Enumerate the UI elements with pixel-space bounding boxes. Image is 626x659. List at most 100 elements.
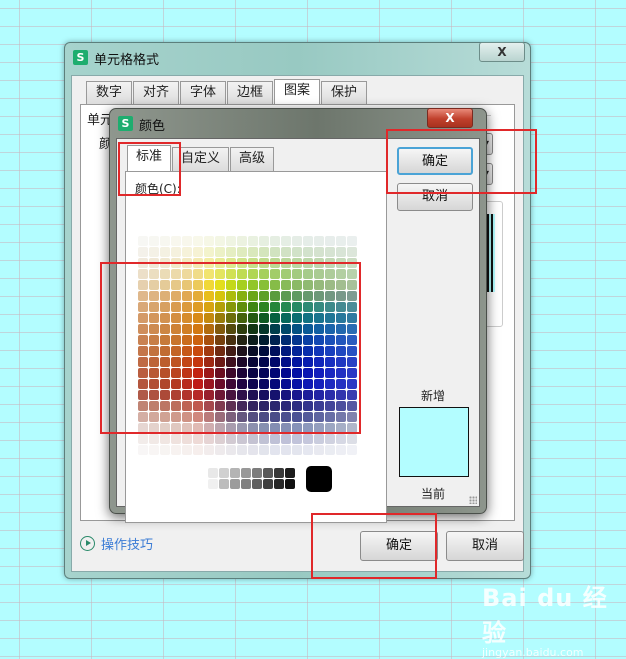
color-swatch[interactable] (259, 346, 269, 356)
color-swatch[interactable] (303, 346, 313, 356)
color-swatch[interactable] (303, 445, 313, 455)
color-swatch[interactable] (237, 368, 247, 378)
format-ok-button[interactable]: 确定 (360, 531, 438, 561)
color-swatch[interactable] (314, 401, 324, 411)
color-swatch[interactable] (138, 445, 148, 455)
color-swatch[interactable] (204, 368, 214, 378)
color-swatch[interactable] (281, 401, 291, 411)
color-swatch[interactable] (270, 445, 280, 455)
color-swatch[interactable] (347, 346, 357, 356)
color-swatch[interactable] (259, 423, 269, 433)
color-swatch[interactable] (303, 236, 313, 246)
color-swatch[interactable] (237, 291, 247, 301)
color-swatch[interactable] (226, 434, 236, 444)
color-swatch[interactable] (138, 258, 148, 268)
color-swatch[interactable] (171, 313, 181, 323)
color-swatch[interactable] (248, 346, 258, 356)
color-swatch[interactable] (182, 434, 192, 444)
color-swatch[interactable] (149, 313, 159, 323)
color-swatch[interactable] (292, 280, 302, 290)
gray-swatch[interactable] (263, 468, 273, 478)
format-cancel-button[interactable]: 取消 (446, 531, 524, 561)
color-swatch[interactable] (303, 324, 313, 334)
color-swatch[interactable] (303, 379, 313, 389)
color-swatch[interactable] (259, 412, 269, 422)
color-swatch[interactable] (281, 368, 291, 378)
color-swatch[interactable] (237, 423, 247, 433)
color-swatch[interactable] (215, 423, 225, 433)
color-swatch[interactable] (215, 236, 225, 246)
color-swatch[interactable] (160, 258, 170, 268)
color-swatch[interactable] (292, 390, 302, 400)
color-swatch[interactable] (347, 379, 357, 389)
color-swatch[interactable] (204, 434, 214, 444)
color-swatch[interactable] (325, 302, 335, 312)
color-swatch[interactable] (149, 423, 159, 433)
color-swatch[interactable] (182, 357, 192, 367)
color-swatch[interactable] (303, 335, 313, 345)
color-swatch[interactable] (270, 335, 280, 345)
color-swatch[interactable] (193, 412, 203, 422)
color-swatch[interactable] (149, 291, 159, 301)
color-swatch[interactable] (292, 313, 302, 323)
color-swatch[interactable] (270, 346, 280, 356)
tips-link[interactable]: 操作技巧 (80, 534, 153, 553)
color-swatch[interactable] (215, 291, 225, 301)
color-swatch[interactable] (259, 368, 269, 378)
color-swatch[interactable] (270, 401, 280, 411)
format-dialog-close-button[interactable]: X (479, 42, 525, 62)
color-swatch[interactable] (270, 379, 280, 389)
color-swatch[interactable] (336, 357, 346, 367)
color-swatch[interactable] (215, 401, 225, 411)
color-swatch[interactable] (204, 379, 214, 389)
color-swatch[interactable] (314, 346, 324, 356)
color-swatch[interactable] (193, 335, 203, 345)
color-swatch[interactable] (204, 346, 214, 356)
color-swatch[interactable] (281, 258, 291, 268)
color-swatch[interactable] (193, 401, 203, 411)
color-swatch[interactable] (270, 390, 280, 400)
color-swatch[interactable] (237, 313, 247, 323)
color-swatch[interactable] (347, 357, 357, 367)
color-swatch[interactable] (204, 269, 214, 279)
color-swatch[interactable] (303, 269, 313, 279)
color-swatch[interactable] (347, 412, 357, 422)
color-swatch[interactable] (138, 247, 148, 257)
color-swatch[interactable] (303, 412, 313, 422)
color-swatch[interactable] (160, 357, 170, 367)
color-swatch[interactable] (226, 236, 236, 246)
color-swatch[interactable] (259, 291, 269, 301)
color-swatch[interactable] (303, 280, 313, 290)
color-swatch[interactable] (160, 335, 170, 345)
color-swatch[interactable] (215, 346, 225, 356)
color-swatch[interactable] (182, 324, 192, 334)
color-swatch[interactable] (292, 423, 302, 433)
color-swatch[interactable] (182, 269, 192, 279)
color-swatch[interactable] (248, 357, 258, 367)
color-swatch[interactable] (138, 423, 148, 433)
color-swatch[interactable] (325, 379, 335, 389)
color-swatch[interactable] (270, 423, 280, 433)
color-swatch[interactable] (347, 313, 357, 323)
color-swatch[interactable] (182, 390, 192, 400)
color-swatch[interactable] (182, 368, 192, 378)
color-swatch[interactable] (138, 357, 148, 367)
color-swatch[interactable] (215, 379, 225, 389)
color-swatch[interactable] (193, 280, 203, 290)
color-swatch[interactable] (292, 445, 302, 455)
color-swatch[interactable] (215, 269, 225, 279)
color-swatch[interactable] (138, 401, 148, 411)
color-swatch[interactable] (303, 368, 313, 378)
color-swatch[interactable] (160, 324, 170, 334)
color-swatch[interactable] (237, 258, 247, 268)
color-swatch[interactable] (171, 346, 181, 356)
color-swatch[interactable] (336, 412, 346, 422)
color-swatch[interactable] (215, 247, 225, 257)
color-swatch[interactable] (193, 269, 203, 279)
color-swatch[interactable] (325, 335, 335, 345)
color-swatch[interactable] (149, 445, 159, 455)
color-swatch[interactable] (160, 423, 170, 433)
color-swatch[interactable] (281, 236, 291, 246)
color-swatch[interactable] (292, 258, 302, 268)
color-swatch[interactable] (171, 412, 181, 422)
